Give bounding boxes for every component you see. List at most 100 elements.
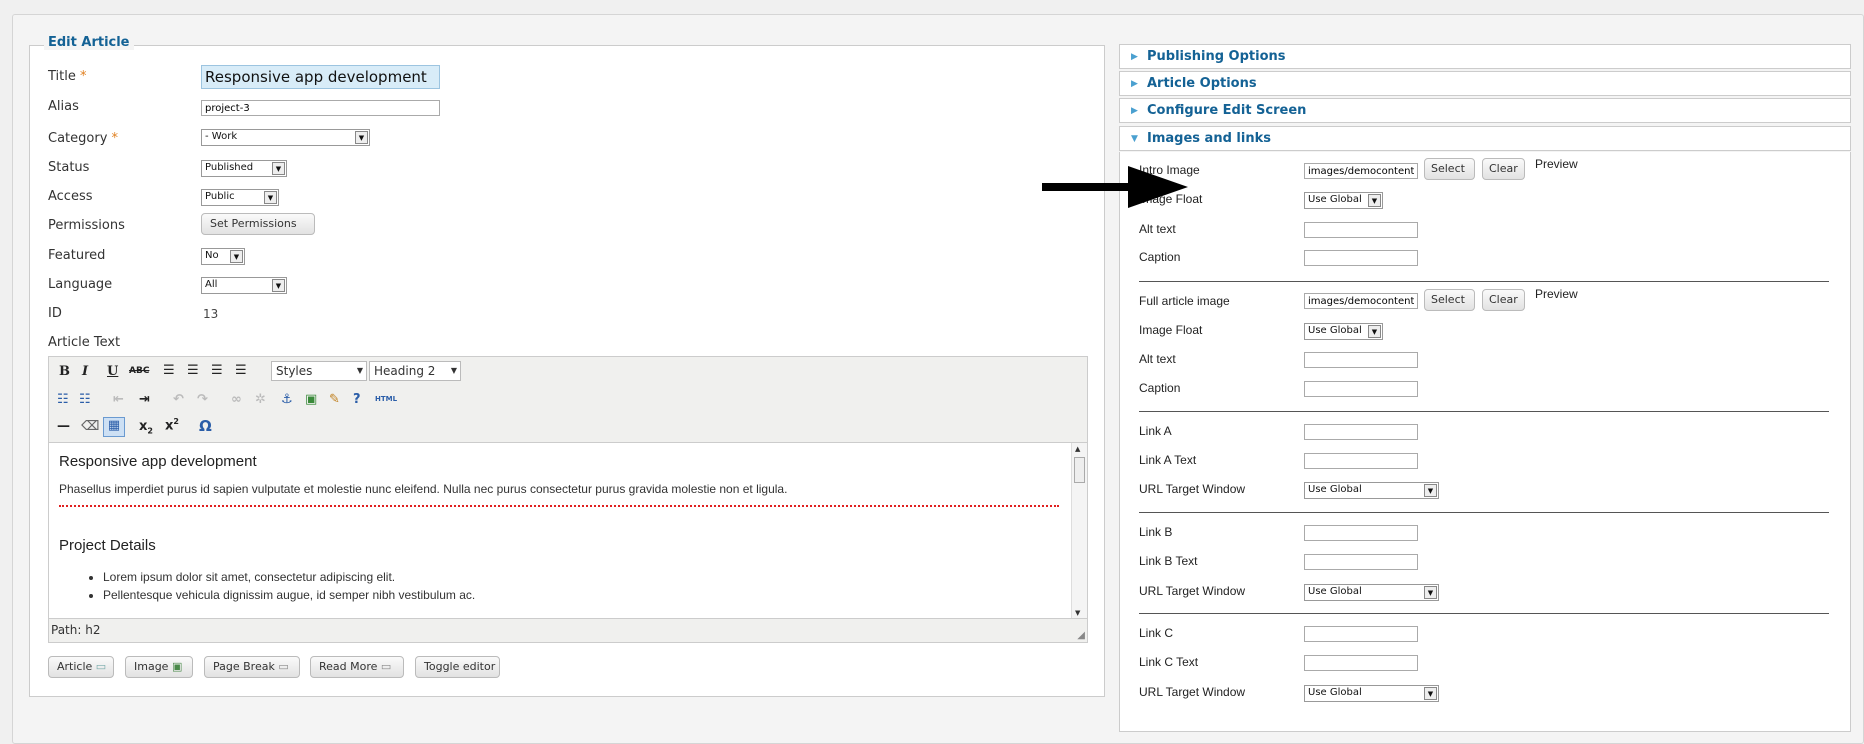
align-right-icon[interactable]: ☰ [211, 363, 223, 378]
link-c-target-select[interactable]: Use Global ▼ [1304, 685, 1439, 702]
link-b-target-label: URL Target Window [1139, 584, 1246, 598]
scroll-thumb[interactable] [1074, 457, 1085, 483]
permissions-label: Permissions [48, 218, 125, 233]
table-icon[interactable]: ▦ [103, 417, 125, 437]
omega-icon[interactable]: Ω [199, 417, 212, 435]
styles-select[interactable]: Styles ▼ [271, 361, 367, 381]
page-break-button[interactable]: Page Break ▭ [204, 656, 300, 678]
link-a-text-input[interactable] [1304, 453, 1418, 469]
full-caption-input[interactable] [1304, 381, 1418, 397]
anchor-icon[interactable]: ⚓ [281, 392, 293, 407]
link-b-text-label: Link B Text [1139, 554, 1198, 568]
read-more-icon: ▭ [380, 660, 392, 673]
category-select[interactable]: - Work ▼ [201, 129, 370, 146]
language-select[interactable]: All ▼ [201, 277, 287, 294]
chevron-down-icon: ▼ [264, 191, 277, 204]
subscript-icon[interactable]: x2 [139, 419, 153, 436]
numbered-list-icon[interactable]: ☷ [79, 392, 91, 407]
outdent-icon[interactable]: ⇤ [113, 392, 124, 407]
link-c-text-input[interactable] [1304, 655, 1418, 671]
chevron-down-icon: ▼ [1424, 687, 1437, 700]
article-text-label: Article Text [48, 335, 121, 350]
full-alt-label: Alt text [1139, 352, 1176, 366]
full-select-button[interactable]: Select [1424, 289, 1475, 311]
set-permissions-button[interactable]: Set Permissions [201, 213, 315, 235]
link-c-input[interactable] [1304, 626, 1418, 642]
scroll-up-icon[interactable]: ▲ [1075, 445, 1080, 453]
editor-path-bar: Path: h2 ◢ [49, 618, 1087, 642]
chevron-down-icon: ▼ [1368, 194, 1381, 207]
annotation-arrow-icon [1042, 166, 1188, 208]
editor-content[interactable]: Responsive app development Phasellus imp… [49, 443, 1071, 619]
redo-icon[interactable]: ↷ [197, 392, 208, 407]
title-label: Title * [48, 69, 87, 84]
intro-caption-input[interactable] [1304, 250, 1418, 266]
triangle-down-icon: ▼ [1131, 134, 1138, 144]
featured-select[interactable]: No ▼ [201, 248, 245, 265]
status-select[interactable]: Published ▼ [201, 160, 287, 177]
strikethrough-icon[interactable]: ABC [129, 366, 149, 376]
image-button[interactable]: Image ▣ [125, 656, 193, 678]
full-image-float-select[interactable]: Use Global ▼ [1304, 323, 1383, 340]
path-text: Path: h2 [51, 623, 101, 637]
link-b-target-select[interactable]: Use Global ▼ [1304, 584, 1439, 601]
italic-icon[interactable]: I [82, 364, 88, 379]
superscript-icon[interactable]: x2 [165, 417, 179, 433]
align-center-icon[interactable]: ☰ [187, 363, 199, 378]
article-options-panel[interactable]: ▶ Article Options [1119, 71, 1851, 96]
full-image-input[interactable] [1304, 293, 1418, 309]
access-label: Access [48, 189, 93, 204]
toggle-editor-button[interactable]: Toggle editor [415, 656, 500, 678]
undo-icon[interactable]: ↶ [173, 392, 184, 407]
intro-select-button[interactable]: Select [1424, 158, 1475, 180]
eraser-icon[interactable]: ⌫ [81, 419, 99, 434]
publishing-options-panel[interactable]: ▶ Publishing Options [1119, 44, 1851, 69]
article-button[interactable]: Article ▭ [48, 656, 114, 678]
link-b-text-input[interactable] [1304, 554, 1418, 570]
divider [1139, 613, 1829, 614]
full-caption-label: Caption [1139, 381, 1181, 395]
align-left-icon[interactable]: ☰ [163, 363, 175, 378]
category-label: Category * [48, 131, 119, 146]
triangle-right-icon: ▶ [1131, 79, 1138, 89]
full-alt-input[interactable] [1304, 352, 1418, 368]
editor-scrollbar[interactable]: ▲ ▼ [1071, 443, 1087, 619]
intro-image-input[interactable] [1304, 163, 1418, 179]
horizontal-rule-icon[interactable]: — [57, 419, 70, 434]
intro-alt-input[interactable] [1304, 222, 1418, 238]
access-select[interactable]: Public ▼ [201, 189, 279, 206]
unlink-icon[interactable]: ✲ [255, 392, 266, 407]
scroll-down-icon[interactable]: ▼ [1075, 609, 1080, 617]
images-and-links-panel[interactable]: ▼ Images and links [1119, 126, 1851, 151]
title-input[interactable] [201, 65, 440, 89]
link-a-target-select[interactable]: Use Global ▼ [1304, 482, 1439, 499]
bold-icon[interactable]: B [59, 364, 70, 379]
html-icon[interactable]: HTML [375, 395, 397, 403]
read-more-button[interactable]: Read More ▭ [310, 656, 404, 678]
intro-image-float-select[interactable]: Use Global ▼ [1304, 192, 1383, 209]
intro-clear-button[interactable]: Clear [1482, 158, 1525, 180]
image-icon[interactable]: ▣ [305, 392, 317, 407]
link-icon[interactable]: ∞ [231, 392, 242, 407]
content-subheading: Project Details [59, 537, 156, 554]
full-clear-button[interactable]: Clear [1482, 289, 1525, 311]
id-value: 13 [203, 307, 219, 321]
configure-edit-screen-panel[interactable]: ▶ Configure Edit Screen [1119, 98, 1851, 123]
link-c-text-label: Link C Text [1139, 655, 1199, 669]
indent-icon[interactable]: ⇥ [139, 392, 150, 407]
chevron-down-icon: ▼ [272, 162, 285, 175]
bullet-list-icon[interactable]: ☷ [57, 392, 69, 407]
content-list: Lorem ipsum dolor sit amet, consectetur … [59, 568, 1061, 604]
link-a-input[interactable] [1304, 424, 1418, 440]
edit-article-legend: Edit Article [44, 35, 134, 50]
underline-icon[interactable]: U [107, 364, 118, 379]
justify-icon[interactable]: ☰ [235, 363, 247, 378]
help-icon[interactable]: ? [353, 392, 361, 407]
format-select[interactable]: Heading 2 ▼ [369, 361, 461, 381]
id-label: ID [48, 306, 62, 321]
alias-input[interactable] [201, 100, 440, 116]
link-b-input[interactable] [1304, 525, 1418, 541]
resize-handle-icon[interactable]: ◢ [1077, 630, 1085, 641]
intro-alt-label: Alt text [1139, 222, 1176, 236]
cleanup-icon[interactable]: ✎ [329, 392, 340, 407]
